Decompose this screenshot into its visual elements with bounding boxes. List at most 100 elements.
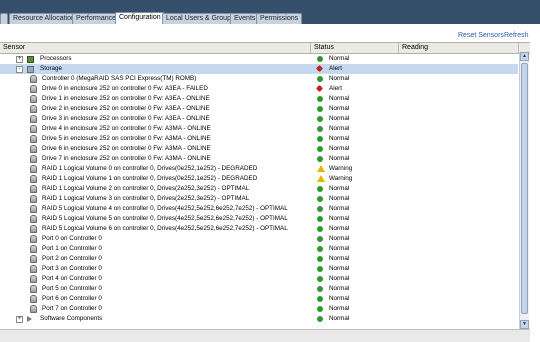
sensor-status: Normal bbox=[329, 145, 350, 152]
drive-icon bbox=[30, 185, 37, 193]
vertical-scrollbar[interactable]: ▲ ▼ bbox=[519, 52, 529, 329]
tree-row[interactable]: Drive 4 in enclosure 252 on controller 0… bbox=[0, 124, 518, 134]
tree-row[interactable]: Drive 3 in enclosure 252 on controller 0… bbox=[0, 114, 518, 124]
drive-icon bbox=[30, 265, 37, 273]
sensor-name: Storage bbox=[40, 65, 63, 72]
sensor-tree: + Processors Normal - Storage Alert Controller… bbox=[0, 54, 518, 324]
sensor-name: RAID 1 Logical Volume 0 on controller 0,… bbox=[42, 165, 258, 172]
sensor-status: Normal bbox=[329, 125, 350, 132]
tab-resource-allocation[interactable]: Resource Allocation bbox=[9, 13, 79, 24]
sensor-name: RAID 1 Logical Volume 3 on controller 0,… bbox=[42, 195, 250, 202]
tree-row[interactable]: Drive 5 in enclosure 252 on controller 0… bbox=[0, 134, 518, 144]
drive-icon bbox=[30, 125, 37, 133]
drive-icon bbox=[30, 85, 37, 93]
sensor-status: Normal bbox=[329, 315, 350, 322]
tree-row[interactable]: Port 2 on Controller 0 Normal bbox=[0, 254, 518, 264]
tree-row[interactable]: Drive 2 in enclosure 252 on controller 0… bbox=[0, 104, 518, 114]
sensor-status: Normal bbox=[329, 215, 350, 222]
sensor-status: Normal bbox=[329, 235, 350, 242]
sensor-status: Normal bbox=[329, 255, 350, 262]
tree-row[interactable]: Port 7 on Controller 0 Normal bbox=[0, 304, 518, 314]
status-ok-icon bbox=[317, 196, 323, 202]
sensor-status: Normal bbox=[329, 105, 350, 112]
sensor-status: Normal bbox=[329, 155, 350, 162]
tree-row[interactable]: Drive 6 in enclosure 252 on controller 0… bbox=[0, 144, 518, 154]
sensor-status: Alert bbox=[329, 85, 342, 92]
tree-row[interactable]: RAID 5 Logical Volume 5 on controller 0,… bbox=[0, 214, 518, 224]
sensor-status: Normal bbox=[329, 305, 350, 312]
tab-performance[interactable]: Performance bbox=[72, 13, 121, 24]
tree-row[interactable]: + Processors Normal bbox=[0, 54, 518, 64]
tab-permissions[interactable]: Permissions bbox=[256, 13, 303, 24]
sensor-name: Drive 5 in enclosure 252 on controller 0… bbox=[42, 135, 211, 142]
refresh-link[interactable]: Refresh bbox=[504, 32, 529, 39]
sensor-name: Software Components bbox=[40, 315, 103, 322]
drive-icon bbox=[30, 165, 37, 173]
tree-row[interactable]: RAID 1 Logical Volume 2 on controller 0,… bbox=[0, 184, 518, 194]
column-header-sensor[interactable]: Sensor bbox=[0, 43, 311, 53]
tree-row[interactable]: Port 4 on Controller 0 Normal bbox=[0, 274, 518, 284]
tree-row[interactable]: Port 0 on Controller 0 Normal bbox=[0, 234, 518, 244]
tab-events[interactable]: Events bbox=[230, 13, 260, 24]
drive-icon bbox=[30, 75, 37, 83]
status-ok-icon bbox=[317, 256, 323, 262]
sensor-name: Drive 6 in enclosure 252 on controller 0… bbox=[42, 145, 211, 152]
tree-row[interactable]: Port 6 on Controller 0 Normal bbox=[0, 294, 518, 304]
tree-row[interactable]: + Software Components Normal bbox=[0, 314, 518, 324]
scroll-thumb[interactable] bbox=[521, 63, 528, 314]
drive-icon bbox=[30, 205, 37, 213]
drive-icon bbox=[30, 245, 37, 253]
tree-row[interactable]: RAID 1 Logical Volume 3 on controller 0,… bbox=[0, 194, 518, 204]
drive-icon bbox=[30, 135, 37, 143]
tab-local-users-groups[interactable]: Local Users & Groups bbox=[162, 13, 239, 24]
scroll-down-button[interactable]: ▼ bbox=[520, 320, 529, 329]
status-ok-icon bbox=[317, 76, 323, 82]
sensor-name: Processors bbox=[40, 55, 72, 62]
tree-row[interactable]: Drive 1 in enclosure 252 on controller 0… bbox=[0, 94, 518, 104]
expand-icon[interactable]: + bbox=[16, 56, 23, 63]
sensor-name: Port 4 on Controller 0 bbox=[42, 275, 102, 282]
drive-icon bbox=[30, 145, 37, 153]
tree-row[interactable]: RAID 1 Logical Volume 0 on controller 0,… bbox=[0, 164, 518, 174]
sensor-status: Warning bbox=[329, 165, 353, 172]
sensor-name: Drive 3 in enclosure 252 on controller 0… bbox=[42, 115, 210, 122]
status-ok-icon bbox=[317, 306, 323, 312]
sensor-name: Port 7 on Controller 0 bbox=[42, 305, 102, 312]
sensor-name: RAID 5 Logical Volume 4 on controller 0,… bbox=[42, 205, 288, 212]
collapse-icon[interactable]: - bbox=[16, 66, 23, 73]
scroll-up-button[interactable]: ▲ bbox=[520, 52, 529, 61]
status-ok-icon bbox=[317, 96, 323, 102]
reset-sensors-link[interactable]: Reset Sensors bbox=[458, 32, 504, 39]
status-alert-icon bbox=[315, 64, 324, 73]
sensor-name: Port 0 on Controller 0 bbox=[42, 235, 102, 242]
sensor-name: RAID 5 Logical Volume 6 on controller 0,… bbox=[42, 225, 288, 232]
tree-row[interactable]: - Storage Alert bbox=[0, 64, 518, 74]
tree-row[interactable]: RAID 1 Logical Volume 1 on controller 0,… bbox=[0, 174, 518, 184]
tree-row[interactable]: Port 3 on Controller 0 Normal bbox=[0, 264, 518, 274]
tree-row[interactable]: Port 1 on Controller 0 Normal bbox=[0, 244, 518, 254]
status-ok-icon bbox=[317, 226, 323, 232]
expand-icon[interactable]: + bbox=[16, 316, 23, 323]
sensor-status: Normal bbox=[329, 205, 350, 212]
sensor-status: Warning bbox=[329, 175, 353, 182]
status-ok-icon bbox=[317, 56, 323, 62]
tab-previous[interactable] bbox=[0, 13, 8, 24]
sensor-status: Normal bbox=[329, 245, 350, 252]
tree-row[interactable]: Drive 7 in enclosure 252 on controller 0… bbox=[0, 154, 518, 164]
drive-icon bbox=[30, 105, 37, 113]
sensor-status: Normal bbox=[329, 225, 350, 232]
sensor-status: Normal bbox=[329, 285, 350, 292]
status-warning-icon bbox=[317, 175, 325, 182]
tree-row[interactable]: RAID 5 Logical Volume 4 on controller 0,… bbox=[0, 204, 518, 214]
column-header-status[interactable]: Status bbox=[311, 43, 399, 53]
tree-row[interactable]: Controller 0 (MegaRAID SAS PCI Express(T… bbox=[0, 74, 518, 84]
column-header-reading[interactable]: Reading bbox=[399, 43, 519, 53]
drive-icon bbox=[30, 175, 37, 183]
tree-row[interactable]: Drive 0 in enclosure 252 on controller 0… bbox=[0, 84, 518, 94]
tree-row[interactable]: Port 5 on Controller 0 Normal bbox=[0, 284, 518, 294]
tree-row[interactable]: RAID 5 Logical Volume 6 on controller 0,… bbox=[0, 224, 518, 234]
toolbar: Reset Sensors Refresh bbox=[0, 24, 540, 42]
sensor-status: Normal bbox=[329, 115, 350, 122]
drive-icon bbox=[30, 255, 37, 263]
processor-icon bbox=[27, 56, 34, 63]
